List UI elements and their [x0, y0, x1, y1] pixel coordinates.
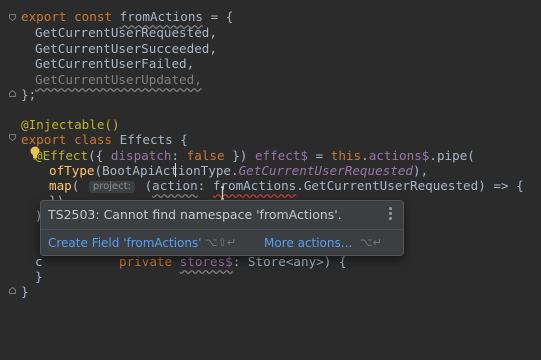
property: dispatch [110, 148, 172, 163]
keyword: const [74, 9, 113, 24]
code-line: ofType(BootApiActionType.GetCurrentUserR… [49, 163, 428, 179]
field: stores$ [179, 254, 233, 269]
keyword: class [74, 132, 113, 147]
keyword: export [21, 132, 67, 147]
code-text: = { [203, 9, 234, 24]
decorator: @Effect [35, 148, 89, 163]
code-line: }; [21, 87, 37, 102]
code-text: .GetCurrentUserRequested) => { [296, 178, 524, 193]
fold-end-icon[interactable] [9, 287, 16, 294]
code-text: . [361, 148, 369, 163]
shortcut-hint: ⌥↵ [360, 236, 382, 249]
keyword: private [119, 254, 173, 269]
code-line: export const fromActions = { [21, 9, 233, 25]
more-actions-link[interactable]: More actions... [264, 236, 352, 250]
mouse-cursor-icon [220, 186, 230, 200]
field: actions$ [368, 148, 430, 163]
code-text: : [197, 178, 213, 193]
code-line: @Effect({ dispatch: false }) effect$ = t… [35, 148, 475, 164]
code-line: GetCurrentUserUpdated, [35, 72, 202, 87]
identifier: fromActions [119, 9, 204, 24]
editor-gutter [0, 0, 20, 360]
text-caret [175, 163, 176, 177]
code-text: ), [412, 163, 429, 178]
identifier: BootApiActionType [102, 163, 231, 178]
code-line: map( project: (action: fromActions.GetCu… [49, 178, 524, 194]
create-field-action[interactable]: Create Field 'fromActions' [48, 236, 202, 250]
code-text: : Store<any>) { [232, 254, 347, 269]
code-line: } [21, 284, 29, 299]
fold-end-icon[interactable] [9, 90, 16, 97]
code-line: c [35, 254, 43, 269]
parameter: action [152, 178, 198, 193]
keyword: export [21, 9, 67, 24]
code-text: ( [71, 178, 87, 193]
error-tooltip-popup: TS2503: Cannot find namespace 'fromActio… [40, 200, 404, 256]
code-text: ( [137, 178, 153, 193]
code-line: GetCurrentUserSucceeded, [35, 41, 217, 56]
fold-marker-icon[interactable] [9, 134, 16, 141]
enum-member: GetCurrentUserRequested [238, 163, 413, 178]
code-line: GetCurrentUserFailed, [35, 56, 195, 71]
keyword: false [186, 148, 225, 163]
code-text: .pipe( [429, 148, 475, 163]
code-line: export class Effects { [21, 132, 188, 148]
code-text: ({ [88, 148, 111, 163]
code-text: }) [224, 148, 255, 163]
code-line: } [35, 269, 43, 284]
decorator-line: @Injectable() [21, 117, 120, 132]
code-line: GetCurrentUserRequested, [35, 25, 217, 40]
lightbulb-icon[interactable] [29, 146, 41, 160]
code-text: . [231, 163, 239, 178]
fold-marker-icon[interactable] [9, 14, 16, 21]
code-line: private stores$: Store<any>) { [119, 254, 346, 270]
error-message: TS2503: Cannot find namespace 'fromActio… [48, 207, 342, 222]
shortcut-hint: ⌥⇧↵ [205, 236, 237, 249]
more-options-icon[interactable] [389, 207, 393, 221]
code-text: = [308, 148, 331, 163]
keyword: this [330, 148, 362, 163]
code-editor[interactable]: export const fromActions = { GetCurrentU… [0, 0, 541, 360]
field: effect$ [254, 148, 309, 163]
code-text: : [171, 148, 187, 163]
code-text: ( [94, 163, 103, 178]
function-name: map [49, 178, 72, 193]
parameter-hint: project: [88, 181, 135, 193]
quick-fix-bar: Create Field 'fromActions' ⌥⇧↵ More acti… [41, 229, 403, 256]
class-name: Effects { [119, 132, 188, 147]
function-name: ofType [49, 163, 95, 178]
